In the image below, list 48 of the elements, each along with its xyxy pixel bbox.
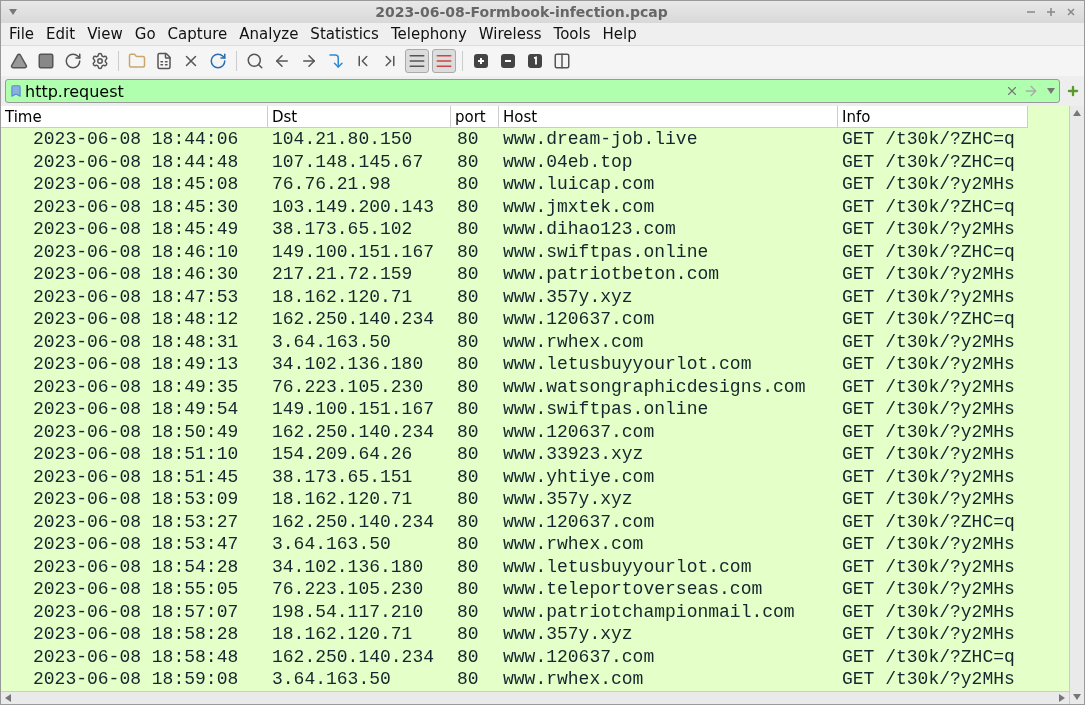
column-header[interactable]: port — [451, 106, 499, 128]
colorize-button[interactable] — [432, 49, 456, 73]
stop-icon — [37, 52, 55, 70]
reload-icon — [209, 52, 227, 70]
scroll-right-icon[interactable] — [1059, 693, 1065, 702]
menu-item[interactable]: Tools — [547, 25, 597, 43]
window-menu-icon[interactable] — [9, 9, 17, 15]
menu-item[interactable]: Edit — [40, 25, 82, 43]
column-header[interactable]: Info — [838, 106, 1028, 128]
menu-item[interactable]: Go — [128, 25, 162, 43]
menu-item[interactable]: File — [3, 25, 41, 43]
forward-arrow-icon — [300, 52, 318, 70]
folder-icon — [128, 52, 146, 70]
jump-arrow-icon — [327, 52, 345, 70]
autoscroll-button[interactable] — [405, 49, 429, 73]
maximize-icon[interactable] — [1046, 7, 1056, 17]
menu-item[interactable]: Analyze — [233, 25, 305, 43]
menu-item[interactable]: Statistics — [304, 25, 385, 43]
apply-arrow-icon[interactable] — [1023, 83, 1039, 99]
resize-columns-icon — [553, 52, 571, 70]
column-header[interactable]: Host — [499, 106, 838, 128]
menu-item[interactable]: Capture — [161, 25, 234, 43]
bookmark-icon[interactable] — [9, 84, 23, 98]
vertical-scrollbar[interactable] — [1069, 106, 1084, 704]
zoom-in-icon — [474, 54, 488, 68]
menu-item[interactable]: Wireless — [472, 25, 548, 43]
zoom-out-icon — [501, 54, 515, 68]
search-icon — [246, 52, 264, 70]
gear-icon — [91, 52, 109, 70]
clear-icon[interactable] — [1005, 84, 1019, 98]
restart-icon — [64, 52, 82, 70]
display-filter-field[interactable]: http.request — [5, 79, 1060, 103]
menu-item[interactable]: Help — [596, 25, 643, 43]
menu-item[interactable]: View — [81, 25, 129, 43]
menu-item[interactable]: Telephony — [384, 25, 473, 43]
window-title: 2023-06-08-Formbook-infection.pcap — [375, 4, 668, 20]
normal-size-icon — [528, 54, 542, 68]
document-icon — [155, 52, 173, 70]
add-button-icon[interactable] — [1066, 84, 1080, 98]
scroll-left-icon[interactable] — [5, 693, 11, 702]
dropdown-caret-icon[interactable] — [1047, 88, 1055, 94]
autoscroll-icon — [408, 52, 426, 70]
close-icon[interactable] — [1066, 7, 1076, 17]
scroll-down-icon[interactable] — [1073, 694, 1081, 700]
column-header[interactable]: Time — [1, 106, 268, 128]
column-header[interactable]: Dst — [268, 106, 451, 128]
colorize-icon — [435, 52, 453, 70]
scroll-up-icon[interactable] — [1073, 110, 1081, 116]
